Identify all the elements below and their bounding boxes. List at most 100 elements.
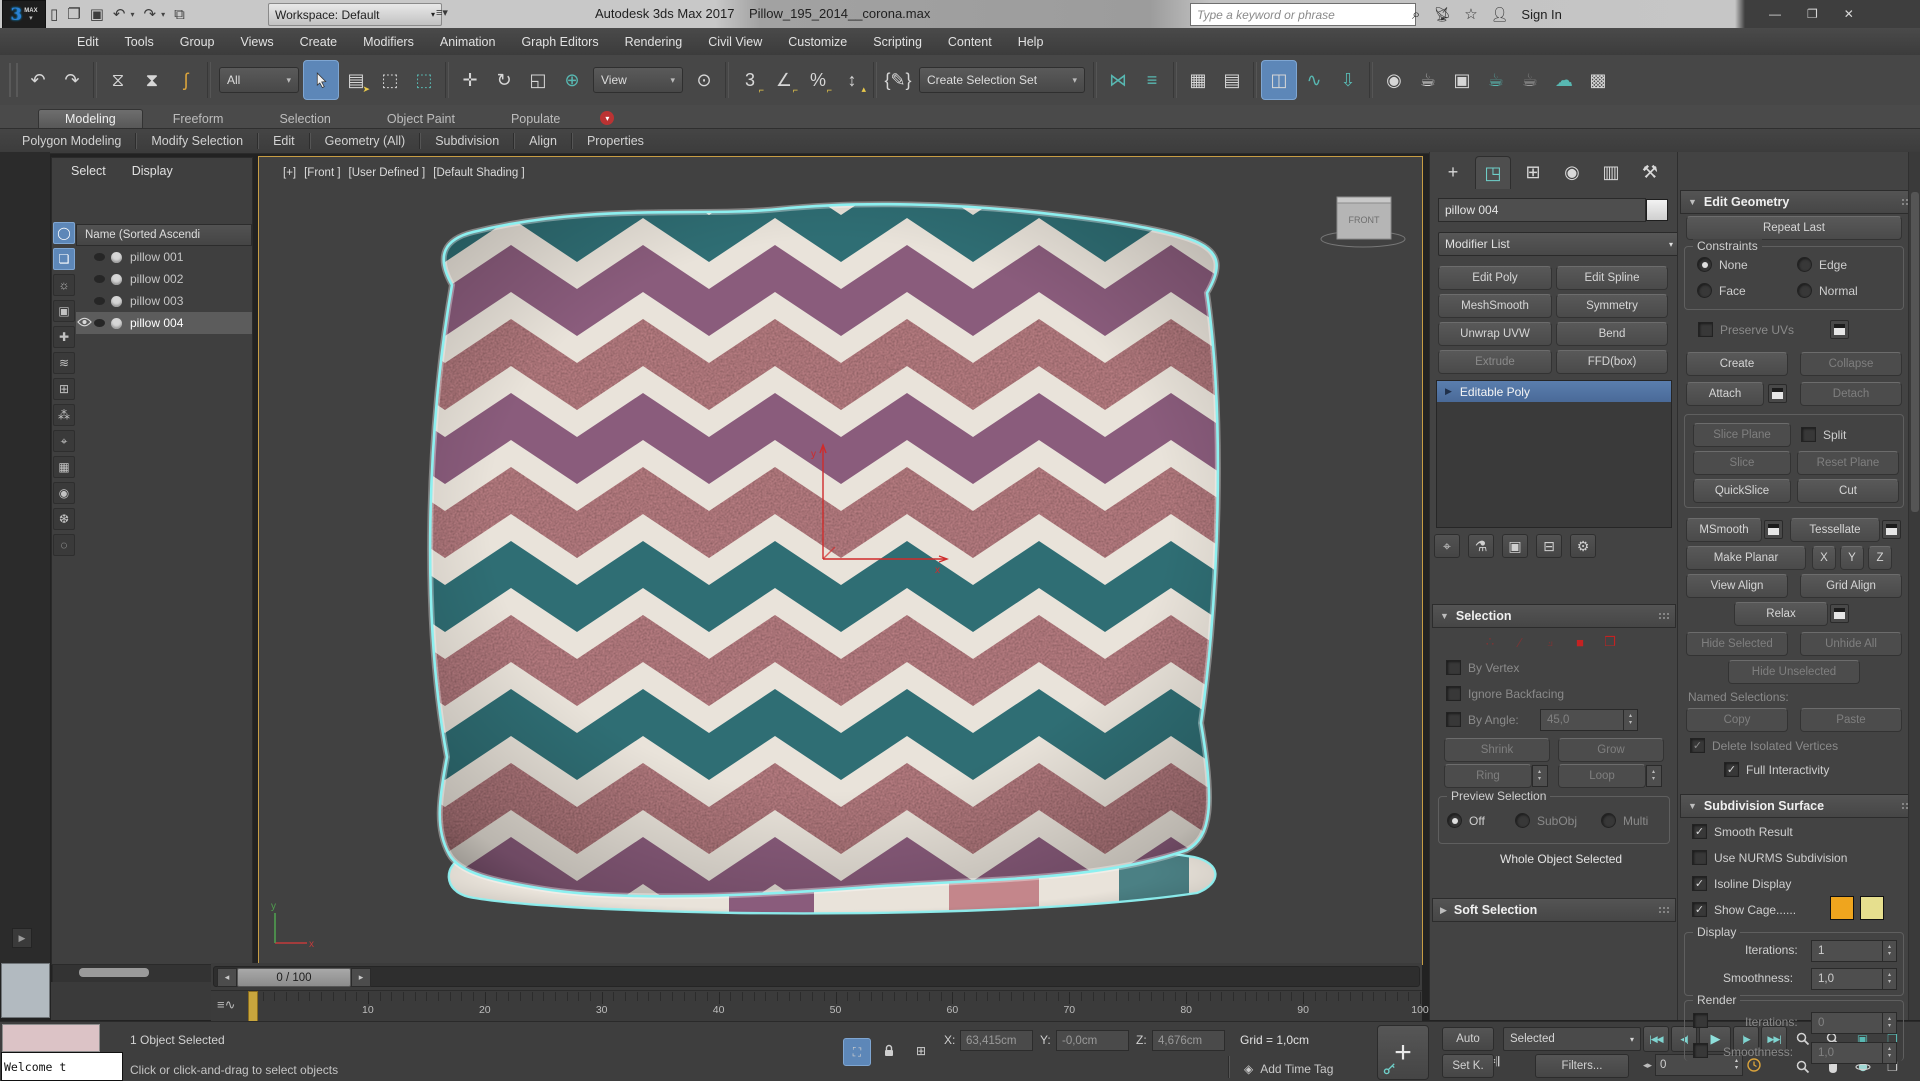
search-icon[interactable]: ⌕ xyxy=(1412,6,1420,23)
list-item-pillow-001[interactable]: pillow 001 xyxy=(76,246,252,268)
communication-center-icon[interactable]: 📡︎ xyxy=(1433,6,1451,23)
cage-color-swatch[interactable] xyxy=(1830,896,1854,920)
set-key-button[interactable]: Set K. xyxy=(1442,1054,1494,1078)
ribbon-panel-polygon-modeling[interactable]: Polygon Modeling xyxy=(8,134,135,148)
constraint-edge-radio[interactable]: Edge xyxy=(1797,257,1847,272)
planar-y-button[interactable]: Y xyxy=(1840,546,1864,570)
toolbar-grip[interactable] xyxy=(9,63,18,97)
maxscript-mini-listener[interactable]: Welcome t xyxy=(1,1052,123,1081)
select-and-place-icon[interactable]: ⊕ xyxy=(555,61,589,99)
time-slider-track[interactable] xyxy=(213,966,1420,987)
use-pivot-center-icon[interactable]: ⊙ xyxy=(687,61,721,99)
paste-button[interactable]: Paste xyxy=(1800,708,1902,732)
make-unique-icon[interactable]: ▣ xyxy=(1502,534,1528,558)
angle-snap-icon[interactable]: ∠ ⌐ xyxy=(767,61,801,99)
auto-key-button[interactable]: Auto xyxy=(1442,1027,1494,1051)
menu-rendering[interactable]: Rendering xyxy=(612,28,696,55)
selection-filter-dropdown[interactable]: All ▾ xyxy=(219,67,299,93)
menu-views[interactable]: Views xyxy=(227,28,286,55)
mirror-icon[interactable]: ⋈ xyxy=(1101,61,1135,99)
vertex-mode-icon[interactable]: ∴ xyxy=(1482,634,1498,650)
make-planar-button[interactable]: Make Planar xyxy=(1686,546,1806,570)
menu-modifiers[interactable]: Modifiers xyxy=(350,28,427,55)
spinner-arrows[interactable]: ▴ ▾ xyxy=(1882,969,1896,989)
minimize-button[interactable]: — xyxy=(1769,7,1781,21)
spinner-arrows[interactable]: ▴ ▾ xyxy=(1882,1013,1896,1033)
grid-align-button[interactable]: Grid Align xyxy=(1800,574,1902,598)
select-and-rotate-icon[interactable]: ↻ xyxy=(487,61,521,99)
spinner-arrows[interactable]: ▴ ▾ xyxy=(1882,1043,1896,1063)
by-angle-field[interactable]: 45,0 ▴ ▾ xyxy=(1540,709,1638,731)
scene-render[interactable]: yxFRONTxy xyxy=(259,157,1420,962)
ribbon-panel-modify-selection[interactable]: Modify Selection xyxy=(137,134,257,148)
constraint-face-radio[interactable]: Face xyxy=(1697,283,1746,298)
tab-utilities[interactable]: ⚒ xyxy=(1633,156,1667,188)
render-smoothness-checkbox[interactable] xyxy=(1693,1043,1708,1058)
schematic-view-icon[interactable]: ⇩ xyxy=(1331,61,1365,99)
viewport-menu-pov[interactable]: [Front ] xyxy=(304,167,340,179)
explorer-column-header[interactable]: Name (Sorted Ascendi xyxy=(76,224,252,246)
hide-selected-button[interactable]: Hide Selected xyxy=(1686,632,1788,656)
preserve-uvs-settings-button[interactable] xyxy=(1830,320,1849,339)
filter-lights-icon[interactable]: ☼ xyxy=(53,274,75,296)
help-search-input[interactable]: Type a keyword or phrase xyxy=(1190,3,1416,26)
modifier-stack[interactable]: ▶ Editable Poly xyxy=(1436,380,1672,528)
expand-panel-arrow-icon[interactable]: ▶ xyxy=(12,928,32,948)
select-by-name-icon[interactable]: ▤ ➤ xyxy=(339,61,373,99)
filter-all-icon[interactable]: ◯ xyxy=(53,222,75,244)
filter-shapes-icon[interactable]: ❏ xyxy=(53,248,75,270)
ribbon-panel-align[interactable]: Align xyxy=(515,134,571,148)
tab-motion[interactable]: ◉ xyxy=(1555,156,1589,188)
tab-selection[interactable]: Selection xyxy=(253,110,356,128)
absolute-mode-transform-icon[interactable]: ⊞ xyxy=(908,1038,934,1064)
set-keys-button[interactable]: + xyxy=(1377,1025,1429,1080)
split-checkbox[interactable]: Split xyxy=(1801,427,1846,442)
list-item-pillow-004[interactable]: pillow 004 xyxy=(76,312,252,334)
selection-lock-toggle[interactable] xyxy=(876,1038,902,1064)
window-crossing-icon[interactable]: ⬚ xyxy=(407,61,441,99)
render-iterations-checkbox[interactable] xyxy=(1693,1013,1708,1028)
snaps-toggle-icon[interactable]: 3 ⌐ xyxy=(733,61,767,99)
ring-button[interactable]: Ring xyxy=(1444,764,1532,788)
viewport-layout-tab[interactable] xyxy=(1,963,50,1018)
filter-space-warps-icon[interactable]: ≋ xyxy=(53,352,75,374)
tab-hierarchy[interactable]: ⊞ xyxy=(1516,156,1550,188)
meshsmooth-modifier-button[interactable]: MeshSmooth xyxy=(1438,294,1552,318)
open-file-icon[interactable]: ❐ xyxy=(67,5,80,23)
menu-animation[interactable]: Animation xyxy=(427,28,509,55)
isolate-selection-toggle[interactable]: ⛶ xyxy=(843,1038,871,1066)
toggle-layer-explorer-icon[interactable]: ▤ xyxy=(1215,61,1249,99)
add-time-tag-button[interactable]: ◈ Add Time Tag xyxy=(1244,1062,1333,1076)
reset-plane-button[interactable]: Reset Plane xyxy=(1797,451,1899,475)
toggle-scene-explorer-icon[interactable]: ▦ xyxy=(1181,61,1215,99)
explorer-display-menu[interactable]: Display xyxy=(132,164,173,178)
relax-settings-button[interactable] xyxy=(1830,604,1849,623)
menu-group[interactable]: Group xyxy=(167,28,228,55)
menu-graph-editors[interactable]: Graph Editors xyxy=(508,28,611,55)
smooth-result-checkbox[interactable]: ✓ Smooth Result xyxy=(1692,824,1793,839)
render-smoothness-field[interactable]: 1,0 ▴ ▾ xyxy=(1811,1042,1897,1064)
mini-curve-editor-icon[interactable]: ≡∿ xyxy=(217,997,235,1013)
close-button[interactable]: ✕ xyxy=(1844,7,1854,21)
project-folder-icon[interactable]: ⧉ xyxy=(174,6,185,23)
full-interactivity-checkbox[interactable]: ✓ Full Interactivity xyxy=(1724,762,1829,777)
undo-caret-icon[interactable]: ▾ xyxy=(130,10,134,19)
subdivision-surface-rollout-header[interactable]: ▼ Subdivision Surface xyxy=(1680,794,1919,818)
rectangular-selection-region-icon[interactable]: ⬚ xyxy=(373,61,407,99)
grow-button[interactable]: Grow xyxy=(1558,738,1664,762)
select-object-icon[interactable] xyxy=(303,60,339,100)
msmooth-settings-button[interactable] xyxy=(1764,520,1783,539)
preview-subobj-radio[interactable]: SubObj xyxy=(1515,813,1577,828)
unwrap-uvw-modifier-button[interactable]: Unwrap UVW xyxy=(1438,322,1552,346)
pillow-004-object[interactable] xyxy=(379,171,1369,928)
menu-content[interactable]: Content xyxy=(935,28,1005,55)
constraint-none-radio[interactable]: None xyxy=(1697,257,1748,272)
view-align-button[interactable]: View Align xyxy=(1686,574,1788,598)
msmooth-button[interactable]: MSmooth xyxy=(1686,518,1762,542)
object-color-swatch[interactable] xyxy=(1646,199,1668,221)
tab-modeling[interactable]: Modeling xyxy=(38,109,143,128)
render-last-icon[interactable]: ▩ xyxy=(1581,61,1615,99)
menu-create[interactable]: Create xyxy=(287,28,351,55)
cage-selected-color-swatch[interactable] xyxy=(1860,896,1884,920)
tab-populate[interactable]: Populate xyxy=(485,110,586,128)
